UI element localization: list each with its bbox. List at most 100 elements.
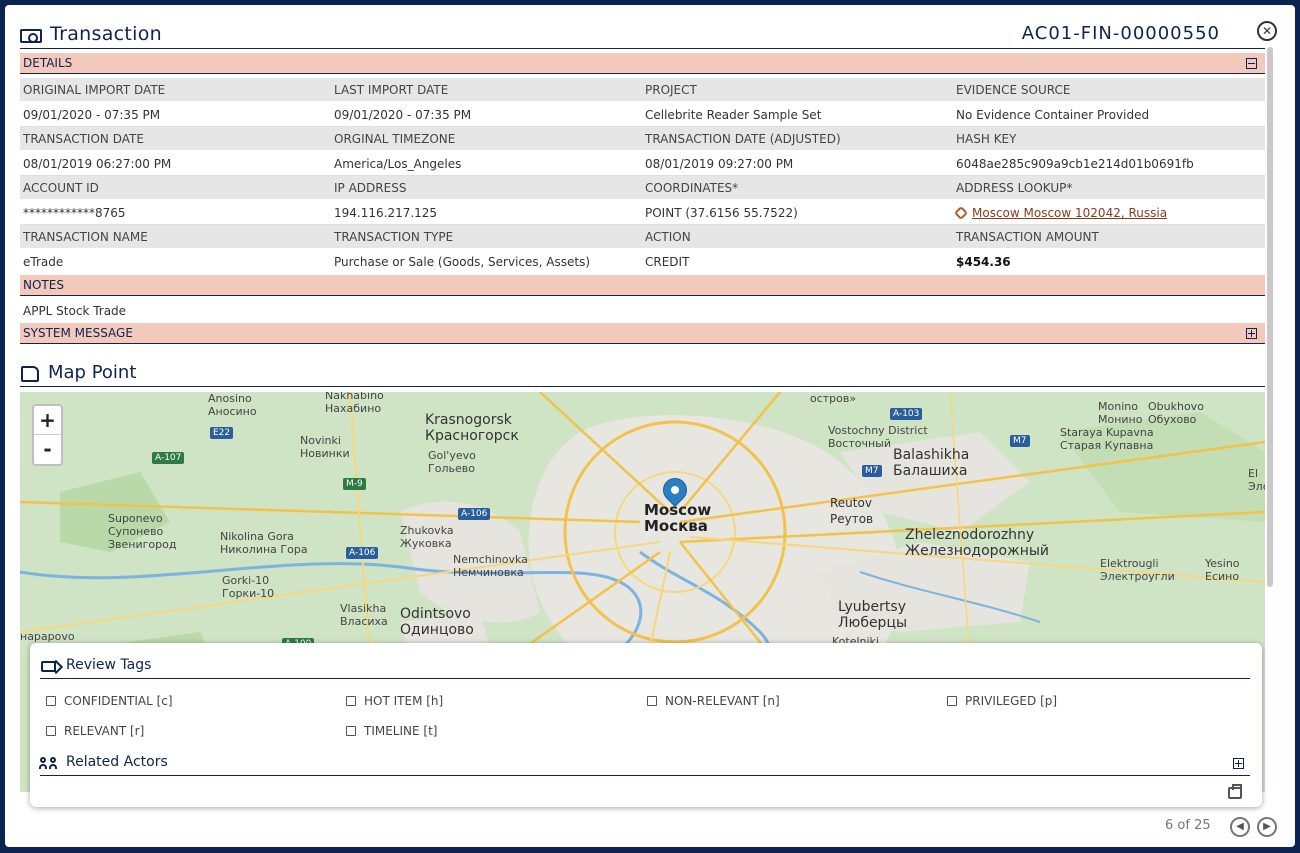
map-label: Novinki Новинки bbox=[300, 434, 350, 460]
zoom-out-button[interactable]: - bbox=[34, 435, 61, 464]
field-label: HASH KEY bbox=[956, 132, 1017, 146]
link-icon bbox=[953, 205, 969, 221]
checkbox[interactable] bbox=[346, 696, 356, 706]
tag-timeline[interactable]: TIMELINE [t] bbox=[346, 724, 437, 738]
field-label: ADDRESS LOOKUP* bbox=[956, 181, 1073, 195]
close-icon[interactable]: ✕ bbox=[1257, 21, 1277, 41]
map-label: нарароvo bbox=[20, 630, 75, 643]
field-value: eTrade bbox=[23, 255, 64, 269]
highway-shield: M7 bbox=[862, 465, 882, 477]
map-point-title: Map Point bbox=[48, 362, 137, 383]
highway-shield: M-9 bbox=[343, 478, 366, 490]
highway-shield: A-106 bbox=[346, 547, 379, 559]
arrow-left-icon[interactable]: ◀ bbox=[1230, 817, 1250, 837]
field-label: TRANSACTION DATE bbox=[23, 132, 144, 146]
map-label: Krasnogorsk Красногорск bbox=[425, 412, 519, 444]
minus-square-icon[interactable] bbox=[1246, 58, 1257, 69]
field-value: America/Los_Angeles bbox=[334, 157, 462, 171]
review-tags-header: Review Tags bbox=[40, 655, 1250, 679]
tag-privileged[interactable]: PRIVILEGED [p] bbox=[947, 694, 1057, 708]
details-label-row: ACCOUNT ID IP ADDRESS COORDINATES* ADDRE… bbox=[20, 176, 1265, 199]
field-label: PROJECT bbox=[645, 83, 697, 97]
map-label: Zhukovka Жуковка bbox=[400, 524, 454, 550]
map-label: Yesino Есино bbox=[1205, 557, 1240, 583]
field-value: 09/01/2020 - 07:35 PM bbox=[23, 108, 161, 122]
tag-hot-item[interactable]: HOT ITEM [h] bbox=[346, 694, 443, 708]
money-icon bbox=[20, 29, 42, 43]
details-value-row: 08/01/2019 06:27:00 PM America/Los_Angel… bbox=[20, 150, 1265, 176]
review-tags-title: Review Tags bbox=[66, 657, 152, 673]
field-label: IP ADDRESS bbox=[334, 181, 407, 195]
highway-shield: A-107 bbox=[152, 452, 185, 464]
field-label: EVIDENCE SOURCE bbox=[956, 83, 1071, 97]
tag-icon bbox=[41, 661, 56, 672]
map-label: Reutov Реутов bbox=[830, 496, 874, 526]
plus-square-icon[interactable] bbox=[1246, 328, 1257, 339]
map-label: Lyubertsy Люберцы bbox=[838, 599, 908, 631]
field-label: TRANSACTION AMOUNT bbox=[956, 230, 1099, 244]
zoom-in-button[interactable]: + bbox=[34, 406, 61, 435]
map-label: остров» bbox=[810, 392, 857, 405]
map-label: Gorki-10 Горки-10 bbox=[222, 574, 275, 600]
map-label: Nakhabino Нахабино bbox=[325, 392, 384, 415]
field-value: 194.116.217.125 bbox=[334, 206, 438, 220]
details-label-row: TRANSACTION NAME TRANSACTION TYPE ACTION… bbox=[20, 225, 1265, 248]
map-label: Odintsovo Одинцово bbox=[400, 606, 474, 638]
checkbox[interactable] bbox=[346, 726, 356, 736]
field-value: POINT (37.6156 55.7522) bbox=[645, 206, 798, 220]
field-label: TRANSACTION TYPE bbox=[334, 230, 454, 244]
arrow-right-icon[interactable]: ▶ bbox=[1257, 817, 1277, 837]
details-label: DETAILS bbox=[23, 56, 73, 70]
map-point-header: Map Point bbox=[20, 361, 1265, 387]
tag-confidential[interactable]: CONFIDENTIAL [c] bbox=[46, 694, 173, 708]
pager-text: 6 of 25 bbox=[1165, 818, 1211, 833]
map-label: Staraya Kupavna Старая Купавна bbox=[1060, 426, 1154, 452]
details-label-row: TRANSACTION DATE ORGINAL TIMEZONE TRANSA… bbox=[20, 127, 1265, 150]
checkbox[interactable] bbox=[647, 696, 657, 706]
notes-label: NOTES bbox=[23, 278, 64, 292]
scrollbar[interactable] bbox=[1267, 47, 1273, 587]
field-value: 09/01/2020 - 07:35 PM bbox=[334, 108, 472, 122]
map-label: Nemchinovka Немчиновка bbox=[453, 553, 528, 579]
system-message-section-header[interactable]: SYSTEM MESSAGE bbox=[20, 323, 1265, 344]
map-label: Gol'yevo Гольево bbox=[428, 449, 476, 475]
map-label: Monino Монино bbox=[1098, 400, 1143, 426]
field-label: ORIGINAL IMPORT DATE bbox=[23, 83, 166, 97]
map-label: Obukhovo Обухово bbox=[1148, 400, 1204, 426]
field-value: No Evidence Container Provided bbox=[956, 108, 1150, 122]
details-value-row: 09/01/2020 - 07:35 PM 09/01/2020 - 07:35… bbox=[20, 101, 1265, 127]
field-value: ************8765 bbox=[23, 206, 126, 220]
page-title: Transaction bbox=[50, 23, 162, 45]
highway-shield: A-106 bbox=[458, 508, 491, 520]
modal-header: Transaction AC01-FIN-00000550 bbox=[20, 23, 1265, 49]
transaction-amount: $454.36 bbox=[956, 255, 1011, 269]
notes-section-header: NOTES bbox=[20, 275, 1265, 296]
field-label: TRANSACTION NAME bbox=[23, 230, 148, 244]
tag-non-relevant[interactable]: NON-RELEVANT [n] bbox=[647, 694, 780, 708]
checkbox[interactable] bbox=[947, 696, 957, 706]
tag-relevant[interactable]: RELEVANT [r] bbox=[46, 724, 144, 738]
details-section-header[interactable]: DETAILS bbox=[20, 53, 1265, 74]
address-link[interactable]: Moscow Moscow 102042, Russia bbox=[972, 206, 1167, 220]
field-label: COORDINATES* bbox=[645, 181, 739, 195]
transaction-modal: Transaction AC01-FIN-00000550 ✕ DETAILS … bbox=[5, 5, 1295, 847]
print-icon[interactable] bbox=[1228, 784, 1242, 799]
field-label: ORGINAL TIMEZONE bbox=[334, 132, 456, 146]
map-label: Anosino Аносино bbox=[208, 392, 257, 418]
map-label-moscow: Moscow Москва bbox=[644, 501, 712, 535]
highway-shield: M7 bbox=[1010, 435, 1030, 447]
map-label: Nikolina Gora Николина Гора bbox=[220, 530, 308, 556]
field-label: ACTION bbox=[645, 230, 691, 244]
plus-square-icon[interactable] bbox=[1233, 758, 1244, 769]
system-message-label: SYSTEM MESSAGE bbox=[23, 326, 133, 340]
field-value: 08/01/2019 09:27:00 PM bbox=[645, 157, 794, 171]
address-lookup[interactable]: Moscow Moscow 102042, Russia bbox=[953, 205, 1167, 221]
map-label: Zheleznodorozhny Железнодорожный bbox=[905, 527, 1050, 559]
related-actors-header[interactable]: Related Actors bbox=[39, 752, 1250, 776]
field-value: CREDIT bbox=[645, 255, 690, 269]
checkbox[interactable] bbox=[46, 696, 56, 706]
map-label: Vlasikha Власиха bbox=[340, 602, 388, 628]
people-icon bbox=[39, 757, 58, 769]
checkbox[interactable] bbox=[46, 726, 56, 736]
review-tags-panel: Review Tags CONFIDENTIAL [c] HOT ITEM [h… bbox=[30, 643, 1262, 807]
